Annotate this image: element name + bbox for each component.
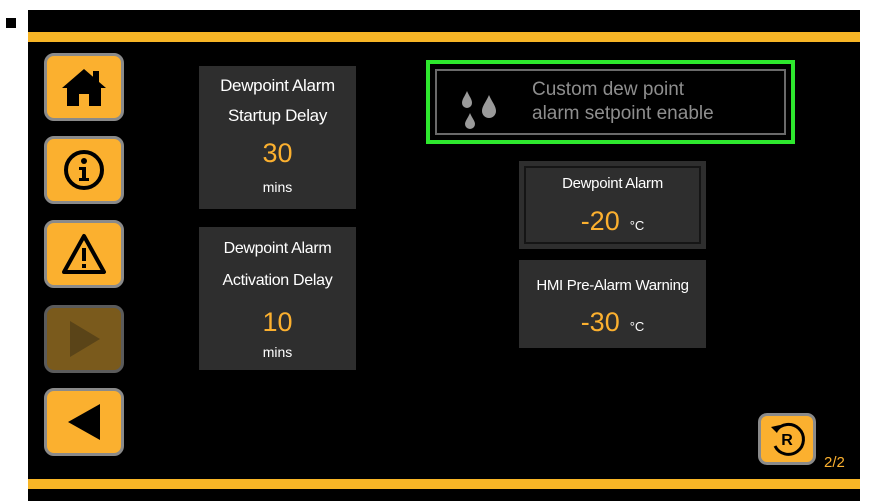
hmi-pre-alarm-value[interactable]: -30 bbox=[581, 307, 620, 338]
activation-delay-unit: mins bbox=[262, 344, 293, 360]
bottom-stripe bbox=[28, 479, 860, 489]
top-stripe bbox=[28, 32, 860, 42]
water-drops-icon bbox=[462, 91, 496, 129]
custom-setpoint-toggle[interactable]: Custom dew point alarm setpoint enable bbox=[426, 60, 795, 144]
dewpoint-alarm-panel[interactable]: Dewpoint Alarm -20 °C bbox=[519, 161, 706, 249]
play-icon bbox=[70, 321, 100, 357]
activation-delay-title-line2: Activation Delay bbox=[222, 272, 333, 289]
forward-button[interactable] bbox=[44, 305, 124, 373]
page-indicator: 2/2 bbox=[824, 454, 845, 471]
info-button[interactable] bbox=[44, 136, 124, 204]
activation-delay-panel[interactable]: Dewpoint Alarm Activation Delay 10 mins bbox=[199, 227, 356, 370]
activation-delay-value[interactable]: 10 bbox=[199, 307, 356, 338]
warning-icon bbox=[62, 234, 106, 274]
custom-setpoint-label: Custom dew point alarm setpoint enable bbox=[532, 78, 714, 126]
back-arrow-icon bbox=[68, 404, 100, 440]
startup-delay-title-line1: Dewpoint Alarm bbox=[220, 76, 335, 95]
hmi-screen: Dewpoint Alarm Startup Delay 30 mins Dew… bbox=[28, 10, 860, 501]
info-icon bbox=[64, 150, 104, 190]
corner-mark bbox=[6, 18, 16, 28]
custom-setpoint-line1: Custom dew point bbox=[532, 79, 685, 100]
reset-button[interactable]: R bbox=[758, 413, 816, 465]
startup-delay-panel[interactable]: Dewpoint Alarm Startup Delay 30 mins bbox=[199, 66, 356, 209]
startup-delay-unit: mins bbox=[262, 179, 293, 195]
dewpoint-alarm-value[interactable]: -20 bbox=[581, 206, 620, 237]
home-button[interactable] bbox=[44, 53, 124, 121]
dewpoint-alarm-unit: °C bbox=[629, 218, 645, 233]
hmi-pre-alarm-unit: °C bbox=[629, 319, 645, 334]
reset-letter: R bbox=[781, 432, 793, 449]
dewpoint-alarm-value-row: -20 °C bbox=[519, 206, 706, 237]
custom-setpoint-line2: alarm setpoint enable bbox=[532, 103, 714, 124]
hmi-pre-alarm-panel[interactable]: HMI Pre-Alarm Warning -30 °C bbox=[519, 260, 706, 348]
back-button[interactable] bbox=[44, 388, 124, 456]
activation-delay-title-line1: Dewpoint Alarm bbox=[223, 240, 332, 257]
reset-icon: R bbox=[771, 422, 805, 456]
custom-setpoint-frame: Custom dew point alarm setpoint enable bbox=[435, 69, 786, 135]
hmi-pre-alarm-title: HMI Pre-Alarm Warning bbox=[536, 277, 689, 294]
home-icon bbox=[62, 69, 106, 106]
hmi-pre-alarm-value-row: -30 °C bbox=[519, 307, 706, 338]
startup-delay-title-line2: Startup Delay bbox=[227, 106, 328, 125]
startup-delay-value[interactable]: 30 bbox=[199, 138, 356, 169]
alarm-button[interactable] bbox=[44, 220, 124, 288]
